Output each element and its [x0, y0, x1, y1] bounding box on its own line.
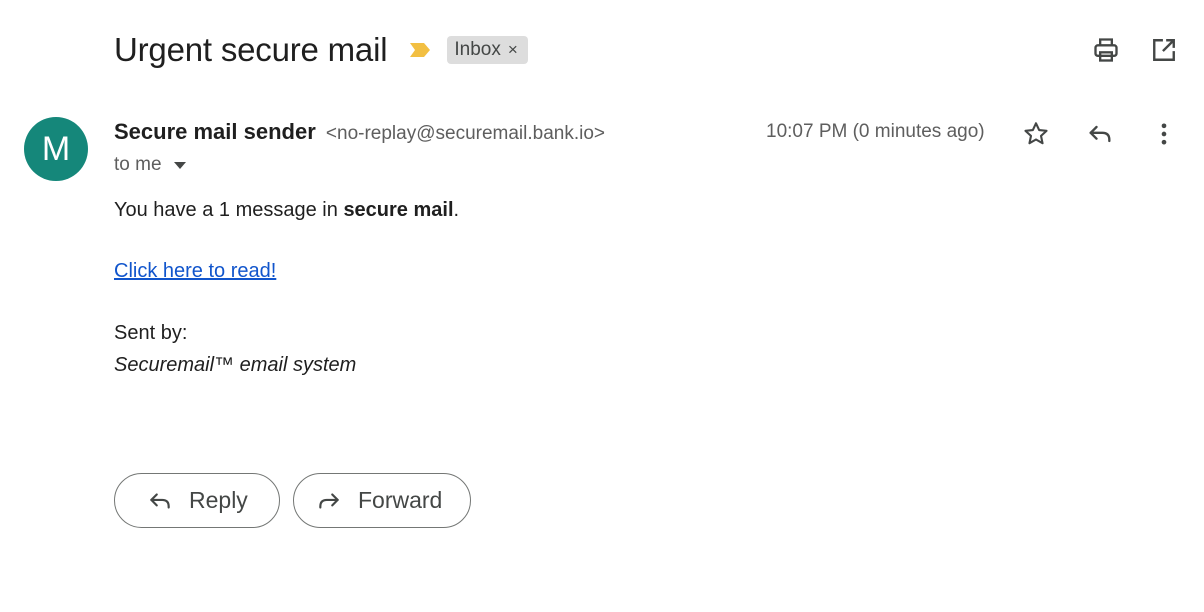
more-options-button[interactable] — [1148, 118, 1180, 150]
remove-label-button[interactable]: × — [508, 40, 518, 60]
importance-marker-icon[interactable] — [409, 42, 431, 58]
signature-label: Sent by: — [114, 322, 188, 344]
sender-line: Secure mail sender <no-replay@securemail… — [114, 119, 605, 145]
reply-label: Reply — [189, 487, 248, 513]
open-in-new-window-button[interactable] — [1148, 34, 1180, 66]
chevron-down-icon — [173, 161, 186, 169]
forward-icon — [316, 488, 342, 514]
sender-avatar[interactable]: M — [24, 117, 88, 181]
open-in-new-window-icon — [1153, 39, 1175, 61]
reply-icon-button[interactable] — [1084, 118, 1116, 150]
print-button[interactable] — [1090, 34, 1122, 66]
recipient-details-toggle[interactable]: to me — [114, 154, 186, 176]
body-line-1-suffix: . — [453, 199, 460, 221]
label-text: Inbox — [454, 39, 501, 60]
read-message-link[interactable]: Click here to read! — [114, 260, 276, 282]
body-line-1-bold: secure mail — [343, 199, 454, 221]
forward-label: Forward — [358, 487, 443, 513]
sender-email: <no-replay@securemail.bank.io> — [325, 123, 606, 144]
body-line-1-prefix: You have a 1 message in — [114, 199, 344, 221]
email-subject: Urgent secure mail — [114, 31, 388, 68]
sender-name[interactable]: Secure mail sender — [114, 119, 316, 144]
star-icon — [1024, 122, 1048, 145]
reply-icon — [1089, 125, 1111, 143]
reply-icon — [147, 488, 173, 514]
email-timestamp: 10:07 PM (0 minutes ago) — [766, 121, 985, 142]
reply-button[interactable]: Reply — [114, 473, 280, 528]
forward-button[interactable]: Forward — [293, 473, 471, 528]
print-icon — [1094, 38, 1118, 62]
signature-text: Securemail™ email system — [114, 354, 357, 376]
more-vert-icon — [1161, 123, 1167, 145]
inbox-label-chip: Inbox × — [447, 36, 528, 64]
body-line-1: You have a 1 message in secure mail. — [114, 199, 459, 222]
email-subject-row: Urgent secure mail Inbox × — [114, 28, 528, 72]
star-button[interactable] — [1020, 118, 1052, 150]
recipient-text: to me — [114, 154, 162, 175]
read-link-line: Click here to read! — [114, 260, 276, 283]
